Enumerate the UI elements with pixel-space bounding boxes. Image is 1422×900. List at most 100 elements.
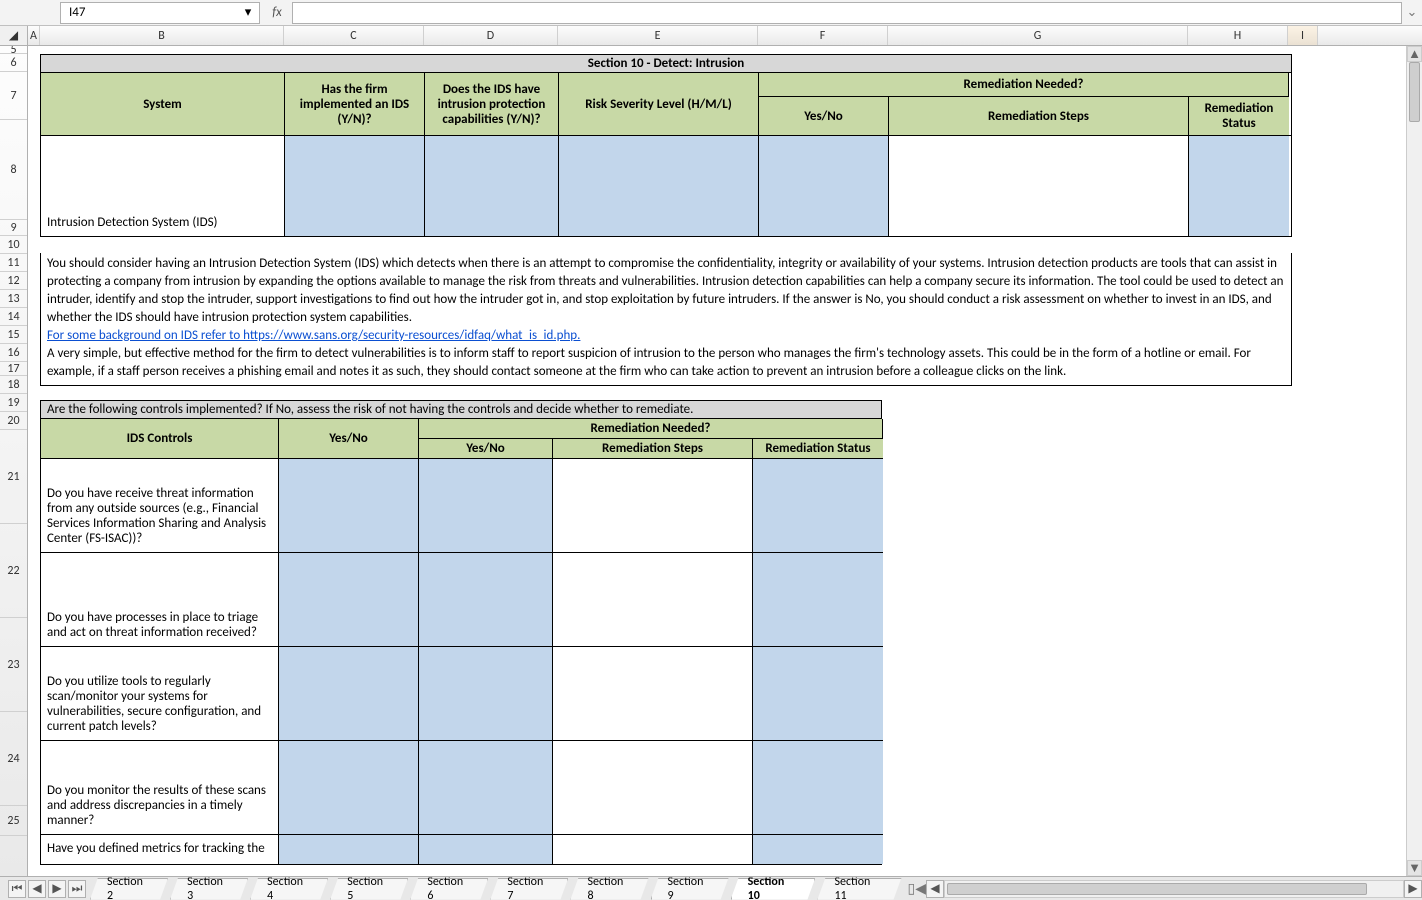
col-header-D[interactable]: D [424, 26, 558, 45]
scroll-up-icon[interactable]: ▲ [1407, 46, 1422, 62]
scroll-down-icon[interactable]: ▼ [1407, 860, 1422, 876]
col-header-A[interactable]: A [28, 26, 40, 45]
tab-section-3[interactable]: Section 3 [170, 878, 248, 900]
control-yn-2[interactable] [279, 552, 419, 646]
cell-yesno[interactable] [759, 136, 889, 236]
row-header-21[interactable]: 21 [0, 430, 27, 524]
row-header-14[interactable]: 14 [0, 308, 27, 326]
row-header-6[interactable]: 6 [0, 54, 27, 72]
tab-section-9[interactable]: Section 9 [651, 878, 729, 900]
row-header-16[interactable]: 16 [0, 344, 27, 362]
col-header-H[interactable]: H [1188, 26, 1288, 45]
row-header-20[interactable]: 20 [0, 412, 27, 430]
tab-nav-first-icon[interactable]: ⏮ [8, 880, 26, 898]
col-header-G[interactable]: G [888, 26, 1188, 45]
control-steps-4[interactable] [553, 740, 753, 834]
row-header-5[interactable]: 5 [0, 46, 27, 54]
control-status-4[interactable] [753, 740, 883, 834]
control-status-3[interactable] [753, 646, 883, 740]
th2-remediation-needed: Remediation Needed? [419, 419, 883, 438]
th2-status: Remediation Status [753, 438, 883, 458]
vertical-scrollbar[interactable]: ▲ ▼ [1406, 46, 1422, 876]
hscroll-right-icon[interactable]: ▶ [1404, 880, 1422, 898]
col-header-E[interactable]: E [558, 26, 758, 45]
tab-section-4[interactable]: Section 4 [250, 878, 328, 900]
control-status-5[interactable] [753, 834, 883, 864]
control-status-2[interactable] [753, 552, 883, 646]
control-q-2[interactable]: Do you have processes in place to triage… [41, 552, 279, 646]
control-remyn-2[interactable] [419, 552, 553, 646]
control-steps-1[interactable] [553, 458, 753, 552]
control-q-1[interactable]: Do you have receive threat information f… [41, 458, 279, 552]
control-yn-5[interactable] [279, 834, 419, 864]
row-header-25[interactable]: 25 [0, 806, 27, 836]
control-q-3[interactable]: Do you utilize tools to regularly scan/m… [41, 646, 279, 740]
worksheet-area[interactable]: Section 10 - Detect: Intrusion System Ha… [28, 46, 1422, 876]
row-header-7[interactable]: 7 [0, 72, 27, 120]
control-remyn-1[interactable] [419, 458, 553, 552]
row-header-11[interactable]: 11 [0, 254, 27, 272]
section-title: Section 10 - Detect: Intrusion [41, 55, 1291, 73]
cell-system[interactable]: Intrusion Detection System (IDS) [41, 136, 285, 236]
row-header-18[interactable]: 18 [0, 376, 27, 394]
cell-ids-protection[interactable] [425, 136, 559, 236]
cell-implemented-ids[interactable] [285, 136, 425, 236]
control-steps-3[interactable] [553, 646, 753, 740]
row-header-19[interactable]: 19 [0, 394, 27, 412]
name-box[interactable]: I47 ▾ [60, 2, 260, 24]
horizontal-scrollbar[interactable]: ◀ ▶ [926, 880, 1422, 898]
hscroll-track[interactable] [944, 880, 1404, 898]
cell-risk-level[interactable] [559, 136, 759, 236]
col-header-C[interactable]: C [284, 26, 424, 45]
row-header-9[interactable]: 9 [0, 220, 27, 236]
col-header-B[interactable]: B [40, 26, 284, 45]
tab-scroll-indicator-icon[interactable]: ▯◀ [908, 880, 926, 897]
row-header-24[interactable]: 24 [0, 712, 27, 806]
formula-input[interactable] [292, 2, 1402, 24]
tab-nav-last-icon[interactable]: ⏭ [68, 880, 86, 898]
row-header-12[interactable]: 12 [0, 272, 27, 290]
control-status-1[interactable] [753, 458, 883, 552]
col-header-I[interactable]: I [1288, 26, 1318, 45]
tab-section-5[interactable]: Section 5 [330, 878, 408, 900]
cell-system-text: Intrusion Detection System (IDS) [47, 215, 218, 230]
name-box-dropdown-icon[interactable]: ▾ [241, 6, 255, 20]
row-header-15[interactable]: 15 [0, 326, 27, 344]
control-yn-4[interactable] [279, 740, 419, 834]
row-header-22[interactable]: 22 [0, 524, 27, 618]
col-header-F[interactable]: F [758, 26, 888, 45]
row-header-10[interactable]: 10 [0, 236, 27, 254]
control-yn-3[interactable] [279, 646, 419, 740]
control-steps-2[interactable] [553, 552, 753, 646]
control-yn-1[interactable] [279, 458, 419, 552]
control-q-5[interactable]: Have you defined metrics for tracking th… [41, 834, 279, 864]
select-all-corner[interactable]: ◢ [0, 26, 28, 45]
hscroll-thumb[interactable] [947, 883, 1367, 895]
hscroll-left-icon[interactable]: ◀ [926, 880, 944, 898]
tab-section-6[interactable]: Section 6 [410, 878, 488, 900]
control-steps-5[interactable] [553, 834, 753, 864]
th-yesno: Yes/No [759, 96, 889, 135]
row-header-8[interactable]: 8 [0, 120, 27, 220]
control-remyn-5[interactable] [419, 834, 553, 864]
tab-nav-next-icon[interactable]: ▶ [48, 880, 66, 898]
cell-remediation-steps[interactable] [889, 136, 1189, 236]
vscroll-thumb[interactable] [1409, 62, 1420, 122]
control-remyn-3[interactable] [419, 646, 553, 740]
vscroll-track[interactable] [1407, 62, 1422, 860]
cell-remediation-status[interactable] [1189, 136, 1289, 236]
formula-bar-expand-icon[interactable]: ⌄ [1402, 5, 1422, 20]
row-header-23[interactable]: 23 [0, 618, 27, 712]
tab-section-2[interactable]: Section 2 [90, 878, 168, 900]
tab-nav-prev-icon[interactable]: ◀ [28, 880, 46, 898]
control-q-4[interactable]: Do you monitor the results of these scan… [41, 740, 279, 834]
tab-section-7[interactable]: Section 7 [490, 878, 568, 900]
control-remyn-4[interactable] [419, 740, 553, 834]
fx-icon[interactable]: fx [262, 5, 292, 20]
row-header-17[interactable]: 17 [0, 362, 27, 376]
tab-section-10[interactable]: Section 10 [731, 878, 816, 900]
explain-link[interactable]: For some background on IDS refer to http… [47, 328, 580, 343]
tab-section-8[interactable]: Section 8 [570, 878, 648, 900]
row-header-13[interactable]: 13 [0, 290, 27, 308]
tab-section-11[interactable]: Section 11 [817, 878, 901, 900]
